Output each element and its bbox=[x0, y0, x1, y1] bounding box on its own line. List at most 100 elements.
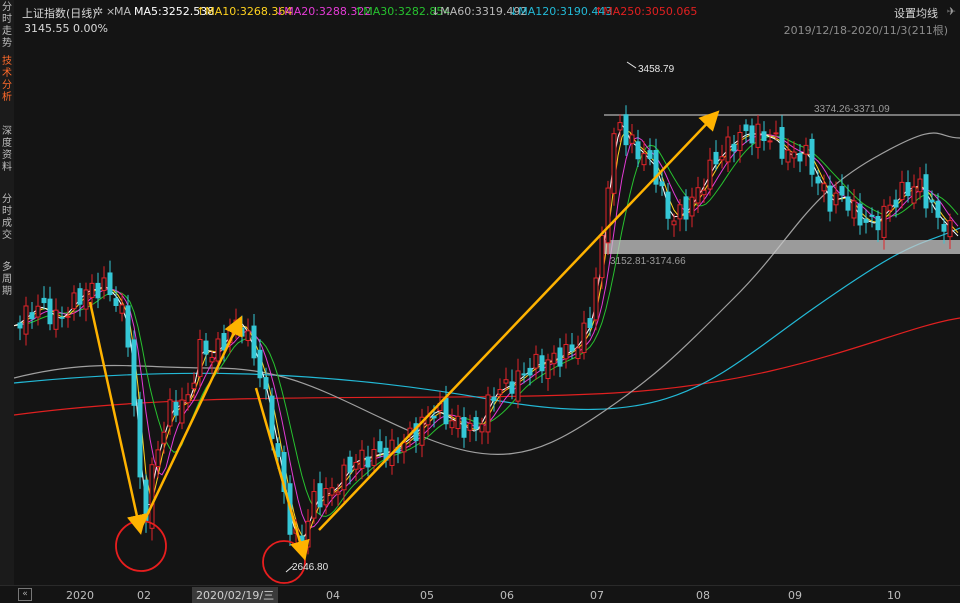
candle-body bbox=[623, 114, 629, 146]
indicator-bar: 上证指数(日线) ✲ × MA MA5:3252.538 ↑MA10:3268.… bbox=[18, 0, 960, 20]
pin-icon[interactable]: ✈ bbox=[947, 5, 956, 18]
candle-body bbox=[875, 216, 881, 231]
candle-body bbox=[521, 373, 527, 376]
ma10-line bbox=[14, 130, 959, 537]
sidebar-tab-multi-period[interactable]: 多周期 bbox=[0, 262, 14, 298]
sidebar-tab-tick-trades[interactable]: 分时成交 bbox=[0, 194, 14, 242]
ma-label: MA bbox=[114, 5, 132, 18]
candle-body bbox=[677, 204, 683, 220]
candle-body bbox=[173, 401, 179, 416]
ma120-line bbox=[14, 227, 960, 411]
candle-body bbox=[503, 379, 509, 384]
candle-body bbox=[59, 316, 65, 319]
candle-body bbox=[545, 359, 551, 380]
candle-body bbox=[869, 214, 875, 217]
trend-arrow bbox=[138, 315, 243, 531]
candle-body bbox=[533, 353, 539, 369]
candle-body bbox=[449, 420, 455, 429]
candle-body bbox=[491, 396, 497, 402]
x-tick-label: 06 bbox=[500, 589, 514, 602]
candle-body bbox=[773, 132, 779, 135]
candle-body bbox=[923, 174, 929, 209]
candle-body bbox=[209, 356, 215, 363]
candle-body bbox=[77, 288, 83, 305]
candle-body bbox=[665, 191, 671, 219]
candle-body bbox=[713, 151, 719, 165]
candle-body bbox=[497, 388, 503, 395]
sidebar-tab-deep-data[interactable]: 深度资料 bbox=[0, 126, 14, 174]
candle-body bbox=[935, 200, 941, 218]
candle-body bbox=[725, 136, 731, 163]
candle-body bbox=[647, 150, 653, 159]
x-tick-label: 07 bbox=[590, 589, 604, 602]
candle-body bbox=[335, 491, 341, 495]
candle-body bbox=[863, 218, 869, 223]
candle-body bbox=[239, 327, 245, 337]
candle-body bbox=[47, 298, 53, 325]
candle-body bbox=[17, 322, 23, 329]
candle-body bbox=[515, 370, 521, 402]
date-range: 2019/12/18-2020/11/3(211根) bbox=[783, 24, 948, 37]
sidebar-tab-technical-analysis[interactable]: 技术分析 bbox=[0, 56, 14, 104]
support-zone bbox=[604, 240, 960, 254]
candlestick-chart[interactable]: 3374.26-3371.09 3152.81-3174.66 3458.79 264… bbox=[14, 38, 960, 585]
zone-upper-label: 3374.26-3371.09 bbox=[814, 104, 890, 115]
candle-body bbox=[629, 134, 635, 144]
collapse-icon[interactable]: « bbox=[18, 588, 32, 601]
index-title: 上证指数(日线) bbox=[22, 7, 97, 20]
low-label: 2646.80 bbox=[292, 562, 329, 573]
candle-body bbox=[719, 156, 725, 161]
candle-body bbox=[563, 343, 569, 360]
candle-body bbox=[845, 196, 851, 211]
candle-body bbox=[917, 178, 923, 193]
candle-body bbox=[455, 415, 461, 430]
candle-body bbox=[29, 312, 35, 320]
candle-body bbox=[365, 456, 371, 468]
candle-body bbox=[155, 449, 161, 468]
candle-body bbox=[509, 381, 515, 394]
current-price: 3145.55 0.00% bbox=[24, 22, 108, 35]
candle-body bbox=[149, 464, 155, 529]
set-ma-button[interactable]: 设置均线 bbox=[894, 5, 938, 21]
trend-arrow bbox=[88, 301, 147, 535]
x-axis: « 2020 02 2020/02/19/三 04 05 06 07 08 09… bbox=[0, 585, 960, 603]
x-tick-label: 08 bbox=[696, 589, 710, 602]
candle-body bbox=[737, 131, 743, 152]
candle-body bbox=[119, 304, 125, 314]
candle-body bbox=[323, 488, 329, 506]
x-tick-label: 10 bbox=[887, 589, 901, 602]
candle-body bbox=[833, 192, 839, 206]
candle-body bbox=[947, 220, 953, 238]
gear-icon[interactable]: ✲ bbox=[94, 5, 103, 18]
candle-body bbox=[887, 204, 893, 211]
candle-body bbox=[731, 143, 737, 152]
candle-body bbox=[161, 431, 167, 444]
candle-body bbox=[749, 125, 755, 144]
candle-body bbox=[761, 131, 767, 141]
candle-body bbox=[113, 298, 119, 306]
candle-body bbox=[461, 417, 467, 438]
zone-lower-label: 3152.81-3174.66 bbox=[610, 256, 686, 267]
candle-body bbox=[215, 338, 221, 362]
candle-body bbox=[41, 297, 47, 304]
candle-body bbox=[785, 149, 791, 163]
candle-body bbox=[137, 399, 143, 478]
candle-body bbox=[911, 186, 917, 204]
candle-body bbox=[881, 205, 887, 238]
candle-body bbox=[599, 235, 605, 279]
sidebar-tab-time-trend[interactable]: 分时走势 bbox=[0, 2, 14, 50]
candle-body bbox=[467, 422, 473, 431]
candle-body bbox=[107, 272, 113, 296]
candle-body bbox=[827, 185, 833, 212]
x-tick-label: 05 bbox=[420, 589, 434, 602]
candle-body bbox=[221, 333, 227, 351]
candle-body bbox=[941, 223, 947, 232]
candle-body bbox=[767, 140, 773, 143]
candle-body bbox=[683, 196, 689, 220]
candle-body bbox=[443, 397, 449, 425]
candle-body bbox=[809, 138, 815, 175]
candle-body bbox=[581, 322, 587, 354]
candle-body bbox=[347, 456, 353, 473]
candle-body bbox=[269, 395, 275, 440]
candle-body bbox=[257, 349, 263, 379]
